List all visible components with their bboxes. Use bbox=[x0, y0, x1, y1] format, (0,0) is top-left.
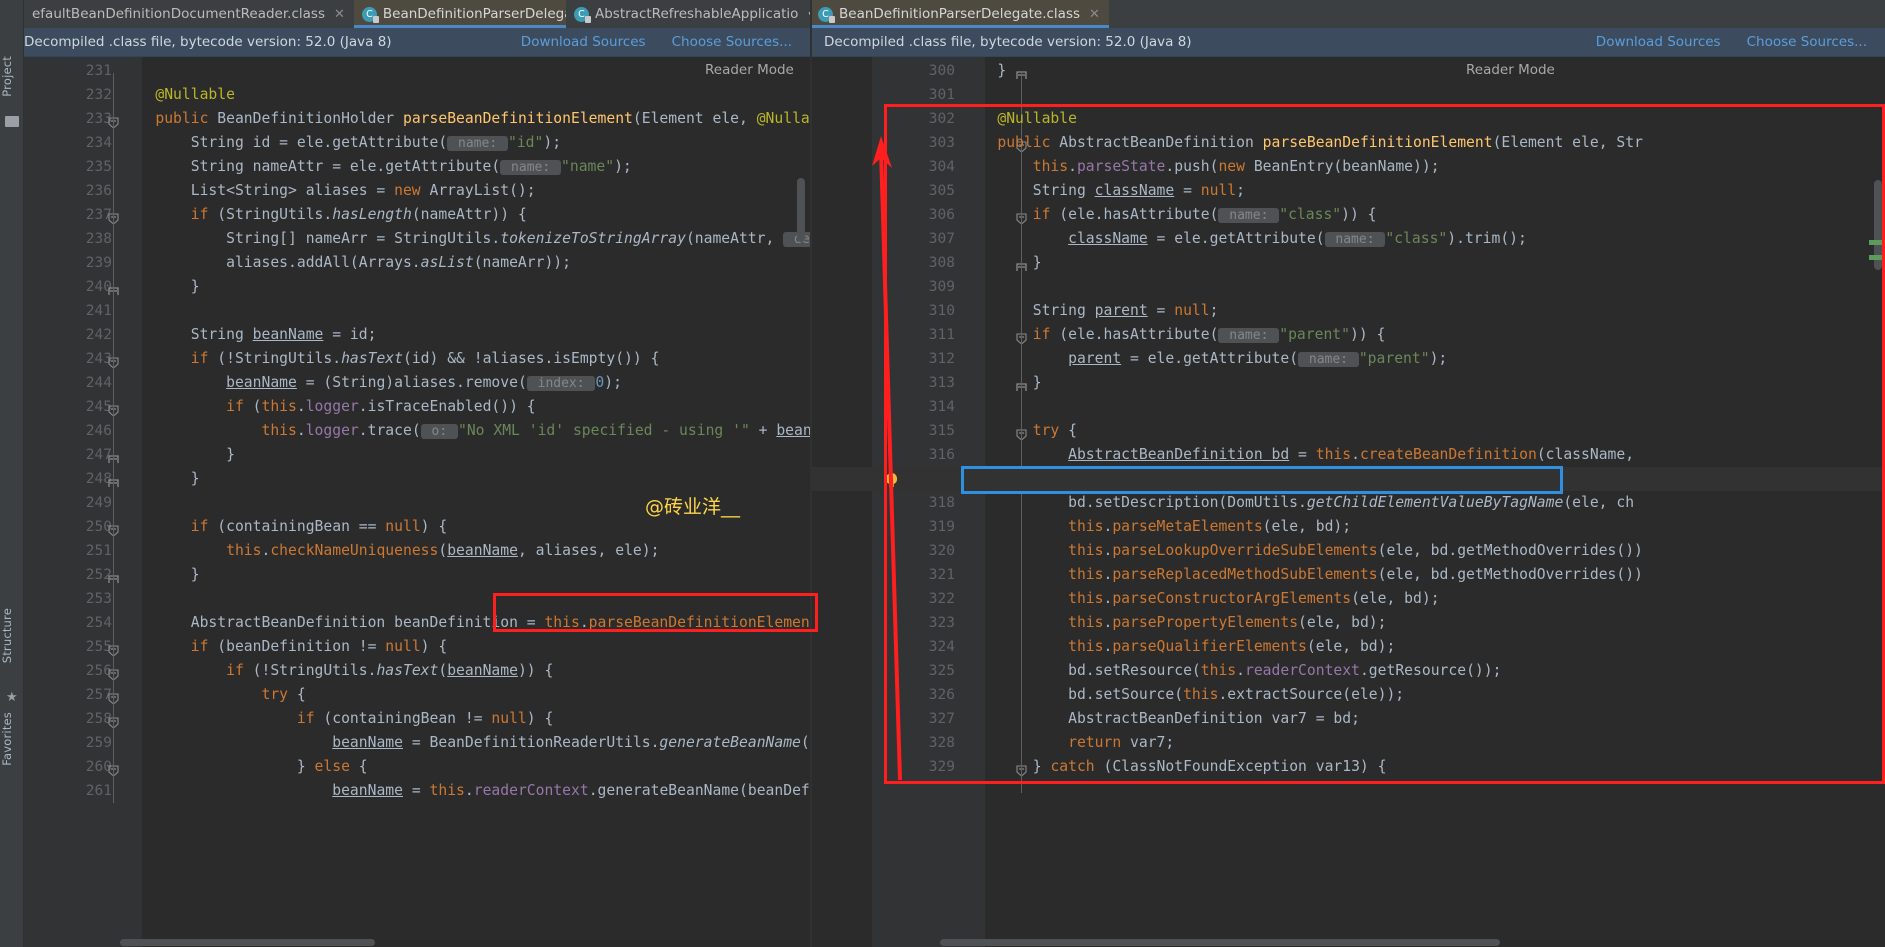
left-tool-strip: Project Structure Favorites ★ bbox=[0, 0, 24, 947]
tool-window-project[interactable]: Project bbox=[0, 56, 24, 97]
annotation-red-arrow bbox=[872, 136, 902, 781]
tool-window-favorites-label: Favorites bbox=[0, 712, 14, 766]
tool-window-structure[interactable]: Structure bbox=[0, 608, 24, 663]
tool-window-structure-label: Structure bbox=[0, 608, 14, 664]
tool-window-favorites[interactable]: Favorites bbox=[0, 712, 24, 766]
project-folder-icon bbox=[5, 116, 19, 127]
favorites-star-icon: ★ bbox=[6, 690, 18, 705]
tool-window-project-label: Project bbox=[0, 56, 14, 97]
